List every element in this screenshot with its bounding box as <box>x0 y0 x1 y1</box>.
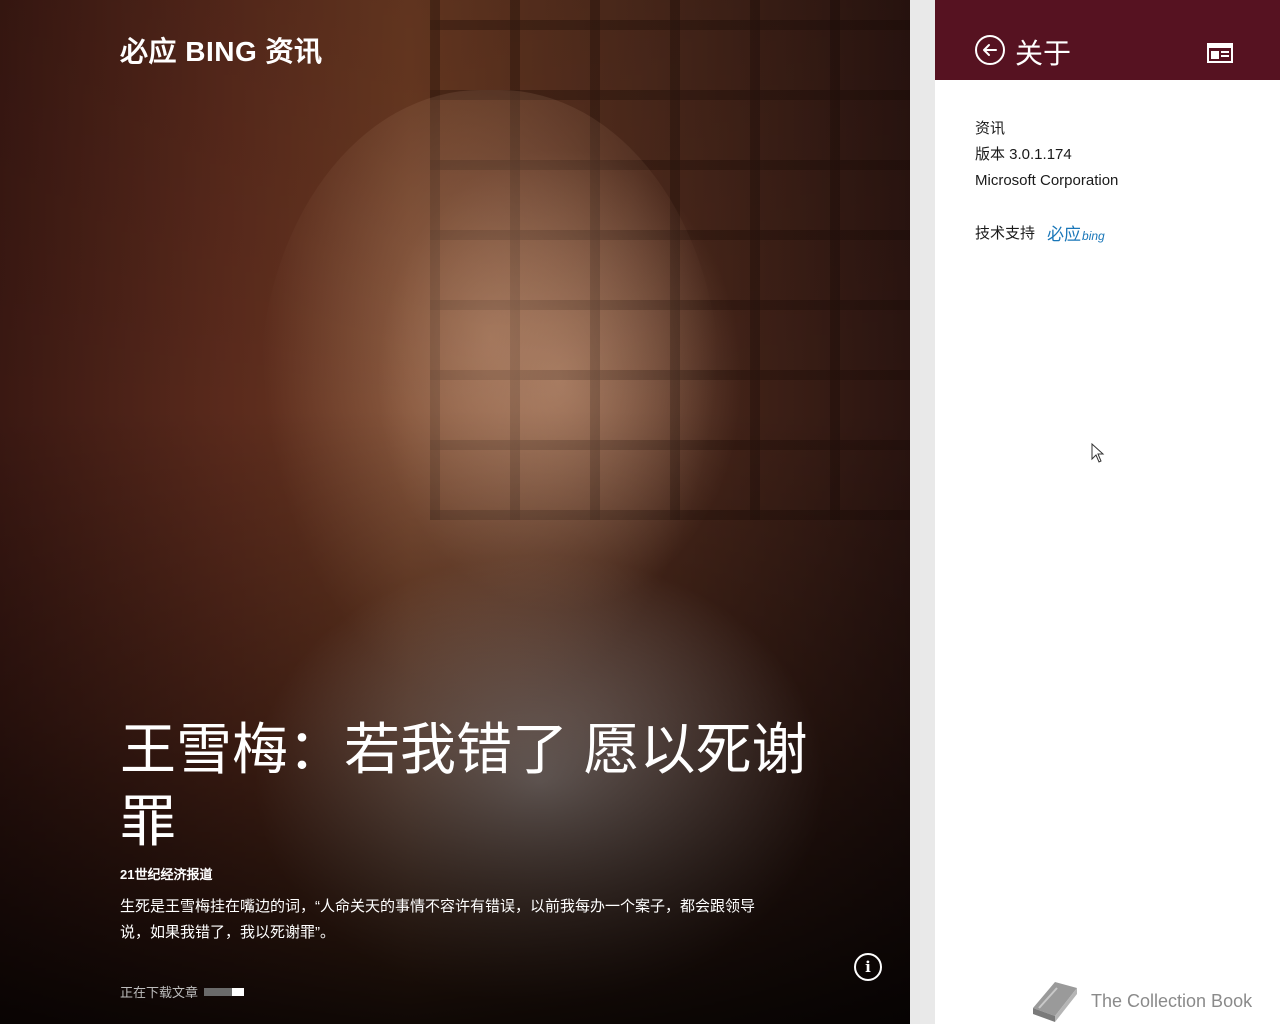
flyout-title: 关于 <box>1015 38 1072 69</box>
back-arrow-icon[interactable] <box>975 35 1005 65</box>
scroll-gutter <box>910 0 935 1024</box>
app-name: 资讯 <box>975 120 1006 137</box>
bing-logo-en: bing <box>1082 229 1105 243</box>
article-summary: 生死是王雪梅挂在嘴边的词，“人命关天的事情不容许有错误，以前我每办一个案子，都会… <box>120 898 755 941</box>
support-row: 技术支持 必应 bing <box>975 220 1105 245</box>
support-label: 技术支持 <box>975 225 1036 242</box>
download-progress-bar <box>204 987 245 996</box>
about-info: 资讯 版本 3.0.1.174 Microsoft Corporation <box>975 116 1118 194</box>
download-status: 正在下载文章 <box>120 982 245 1001</box>
download-progress-fill <box>232 987 245 996</box>
mouse-cursor-icon <box>1091 443 1105 463</box>
about-flyout: 关于 资讯 版本 3.0.1.174 Microsoft Corporation… <box>935 0 1280 1024</box>
app-publisher: Microsoft Corporation <box>975 172 1119 189</box>
article-headline[interactable]: 王雪梅：若我错了 愿以死谢罪 <box>120 714 820 858</box>
article-hero[interactable]: 必应 BING 资讯 王雪梅：若我错了 愿以死谢罪 21世纪经济报道 生死是王雪… <box>0 0 910 1024</box>
app-title: 必应 BING 资讯 <box>120 36 323 67</box>
watermark-text: The Collection Book <box>1091 990 1253 1011</box>
app-version: 版本 3.0.1.174 <box>975 146 1072 163</box>
article-source: 21世纪经济报道 <box>120 867 213 882</box>
book-icon <box>1033 982 1077 1022</box>
app-window-icon <box>1207 43 1233 63</box>
download-status-text: 正在下载文章 <box>120 985 199 1000</box>
watermark: The Collection Book <box>1027 978 1252 1024</box>
flyout-header: 关于 <box>935 0 1280 80</box>
info-icon[interactable]: i <box>854 953 882 981</box>
bing-logo[interactable]: 必应 bing <box>1047 220 1105 245</box>
bing-logo-cn: 必应 <box>1047 225 1082 244</box>
